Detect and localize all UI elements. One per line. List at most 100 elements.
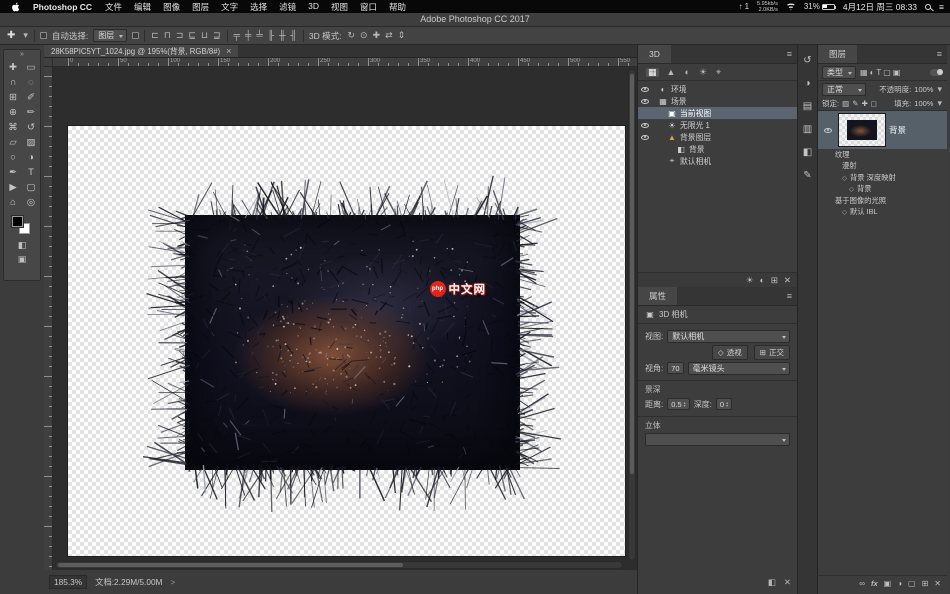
lens-units-select[interactable]: 毫米镜头	[688, 362, 790, 375]
3d-row-scene[interactable]: ▦场景	[638, 95, 797, 107]
layer-filter-type-select[interactable]: 类型	[822, 66, 856, 79]
adjustments-icon[interactable]: ◑	[804, 78, 810, 89]
3d-row-infinite-light[interactable]: ☀无限光 1	[638, 119, 797, 131]
lock-pixels-icon[interactable]: ✎	[852, 99, 858, 108]
network-speed-indicator[interactable]: 5.95kb/s 2.0KB/s	[757, 1, 778, 13]
battery-indicator[interactable]: 31%	[804, 2, 835, 11]
eraser-tool[interactable]: ▱	[4, 135, 22, 150]
auto-select-checkbox[interactable]	[40, 32, 47, 39]
layer-subrow[interactable]: 纹理	[818, 149, 947, 161]
wifi-icon[interactable]	[786, 3, 796, 11]
stereo-select[interactable]	[645, 433, 790, 446]
zoom-tool[interactable]: ◎	[22, 195, 40, 210]
distribute-left-icon[interactable]: ╟	[267, 31, 275, 40]
distribute-center-icon[interactable]: ╫	[278, 31, 286, 40]
menu-item[interactable]: 3D	[302, 1, 325, 13]
layer-name[interactable]: 背景	[889, 124, 906, 136]
layer-subrow[interactable]: ◇默认 IBL	[818, 207, 947, 219]
blur-tool[interactable]: ○	[4, 150, 22, 165]
link-layers-icon[interactable]: ∞	[859, 579, 865, 588]
layer-subrow[interactable]: 漫射	[818, 161, 947, 173]
apple-menu[interactable]	[6, 2, 26, 12]
move-tool[interactable]: ✚	[4, 60, 22, 75]
layers-panel-menu-icon[interactable]: ≡	[932, 45, 947, 63]
menu-item[interactable]: 图层	[186, 1, 215, 13]
document-tab[interactable]: 28K58PIC5YT_1024.jpg @ 195%(背景, RGB/8#) …	[44, 45, 238, 57]
slide-3d-icon[interactable]: ⇄	[384, 31, 394, 40]
screen-mode-icon[interactable]: ▣	[18, 254, 27, 265]
vertical-scrollbar[interactable]	[628, 69, 636, 561]
mesh-filter-icon[interactable]: ▲	[666, 68, 677, 77]
layer-thumbnail[interactable]	[839, 114, 885, 146]
shape-tool[interactable]: ▢	[22, 180, 40, 195]
distribute-middle-icon[interactable]: ╪	[244, 31, 252, 40]
pen-tool[interactable]: ✒	[4, 165, 22, 180]
show-transform-checkbox[interactable]	[132, 32, 139, 39]
hand-tool[interactable]: ⌂	[4, 195, 22, 210]
distribute-right-icon[interactable]: ╢	[290, 31, 298, 40]
props-delete-icon[interactable]: ✕	[784, 577, 791, 588]
layer-style-icon[interactable]: fx	[871, 579, 878, 588]
layer-mask-icon[interactable]: ▣	[884, 579, 892, 588]
align-left-icon[interactable]: ⊏	[150, 31, 160, 40]
collapse-panel-icon[interactable]: »	[4, 50, 40, 59]
tab-layers[interactable]: 图层	[818, 45, 857, 63]
distance-field[interactable]: 0.5▴▾	[667, 398, 689, 410]
menu-item[interactable]: 滤镜	[273, 1, 302, 13]
foreground-color-swatch[interactable]	[12, 216, 23, 227]
visibility-toggle[interactable]	[638, 123, 652, 128]
delete-item-icon[interactable]: ✕	[784, 275, 791, 286]
horizontal-scrollbar[interactable]	[55, 561, 623, 569]
scene-filter-icon[interactable]: ▦	[646, 68, 659, 77]
menu-item[interactable]: 图像	[157, 1, 186, 13]
menu-item[interactable]: 选择	[244, 1, 273, 13]
vertical-scroll-thumb[interactable]	[630, 74, 634, 474]
align-middle-icon[interactable]: ⊔	[200, 31, 209, 40]
menu-item[interactable]: 帮助	[383, 1, 412, 13]
spotlight-icon[interactable]	[925, 4, 931, 10]
swatches-icon[interactable]: ◧	[803, 147, 812, 158]
app-menu[interactable]: Photoshop CC	[26, 2, 99, 12]
distribute-bottom-icon[interactable]: ╧	[255, 31, 263, 40]
zoom-level-field[interactable]: 185.3%	[49, 575, 87, 589]
align-center-horizontal-icon[interactable]: ⊓	[163, 31, 172, 40]
3d-row-background-mesh[interactable]: ▲背景图层	[638, 131, 797, 143]
align-right-icon[interactable]: ⊐	[175, 31, 185, 40]
3d-row-current-view[interactable]: ▣当前视图	[638, 107, 797, 119]
notification-center-icon[interactable]: ≡	[939, 2, 944, 12]
zoom-3d-icon[interactable]: ⇕	[397, 31, 407, 40]
history-brush-tool[interactable]: ↺	[22, 120, 40, 135]
orthographic-button[interactable]: ⊞正交	[754, 345, 790, 360]
add-light-icon[interactable]: ☀	[746, 275, 754, 286]
lock-all-icon[interactable]: ◻	[871, 99, 877, 108]
gradient-tool[interactable]: ▨	[22, 135, 40, 150]
layer-visibility-toggle[interactable]	[821, 128, 835, 133]
stepper-icon[interactable]: ▴▾	[726, 401, 728, 408]
new-item-icon[interactable]: ⊞	[771, 275, 778, 286]
opacity-value[interactable]: 100%	[914, 85, 933, 94]
horizontal-scroll-thumb[interactable]	[58, 563, 403, 567]
fill-dropdown-icon[interactable]: ▾	[936, 99, 943, 108]
tab-3d[interactable]: 3D	[638, 45, 671, 63]
brush-settings-icon[interactable]: ✎	[803, 170, 811, 181]
visibility-toggle[interactable]	[638, 99, 652, 104]
stamp-tool[interactable]: ⌘	[4, 120, 22, 135]
quick-mask-icon[interactable]: ◧	[18, 240, 27, 251]
lock-position-icon[interactable]: ✚	[861, 99, 867, 108]
lock-transparency-icon[interactable]: ▨	[842, 99, 849, 108]
all-filter-icon[interactable]: ⌖	[715, 68, 722, 77]
styles-icon[interactable]: ▤	[803, 101, 812, 112]
light-filter-icon[interactable]: ☀	[698, 68, 708, 77]
path-select-tool[interactable]: ▶	[4, 180, 22, 195]
quick-select-tool[interactable]: ◌	[22, 75, 40, 90]
crop-tool[interactable]: ⊞	[4, 90, 22, 105]
filter-type-icon[interactable]: T	[876, 68, 881, 77]
opacity-dropdown-icon[interactable]: ▾	[936, 85, 943, 94]
material-filter-icon[interactable]: ◐	[683, 68, 690, 77]
libraries-icon[interactable]: ▥	[803, 124, 812, 135]
align-top-icon[interactable]: ⊑	[187, 31, 197, 40]
menu-item[interactable]: 视图	[325, 1, 354, 13]
orbit-3d-icon[interactable]: ↻	[346, 31, 356, 40]
menu-item[interactable]: 文件	[99, 1, 128, 13]
fill-value[interactable]: 100%	[914, 99, 933, 108]
